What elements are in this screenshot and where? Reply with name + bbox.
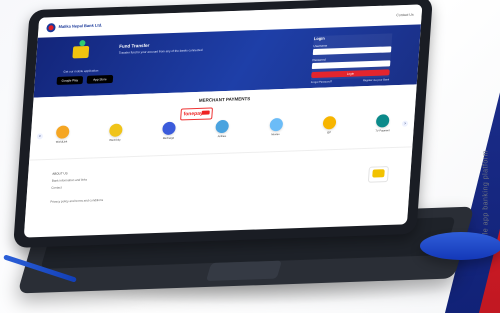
- tablet-screen: Malika Nepal Bank Ltd. Contact Us Fund T…: [23, 4, 423, 238]
- footer-line-1: ABOUT US: [52, 171, 68, 176]
- topbar-contact-link[interactable]: Contact Us: [396, 13, 414, 18]
- merchant-item[interactable]: ISP: [316, 116, 343, 135]
- security-badge-icon: [367, 166, 390, 183]
- fonepay-logo: fonepay: [180, 107, 214, 121]
- merchant-item[interactable]: WorldLink: [48, 125, 75, 144]
- login-title: Login: [313, 35, 326, 42]
- merchant-item[interactable]: Electricity: [102, 123, 129, 142]
- tablet-device: Malika Nepal Bank Ltd. Contact Us Fund T…: [13, 0, 433, 248]
- merchant-label: ISP: [326, 131, 332, 135]
- merchant-icon: [55, 125, 70, 139]
- merchant-item[interactable]: TV Payment: [369, 114, 396, 133]
- login-card: Login Username Password Login Forgot Pas…: [311, 33, 393, 84]
- username-label: Username: [313, 43, 328, 49]
- google-play-button[interactable]: Google Play: [56, 76, 84, 85]
- footer-line-2: Bank information and links: [51, 177, 88, 183]
- login-links: Forgot Password? Register via your Bank: [311, 78, 389, 84]
- merchant-label: Recharge: [162, 136, 175, 141]
- merchant-icon: [108, 123, 123, 137]
- website-footer: ABOUT US Bank information and links Cont…: [24, 146, 413, 231]
- merchant-label: WorldLink: [55, 140, 68, 144]
- password-label: Password: [312, 57, 326, 63]
- merchant-label: TV Payment: [375, 129, 390, 133]
- fund-transfer-illustration-icon: [72, 45, 90, 59]
- bank-logo-icon: [46, 22, 56, 32]
- hero-title: Fund Transfer: [119, 42, 150, 49]
- login-button[interactable]: Login: [311, 69, 390, 79]
- merchant-icon: [162, 121, 177, 136]
- merchant-icon: [376, 114, 391, 128]
- bank-logo[interactable]: Malika Nepal Bank Ltd.: [46, 21, 102, 32]
- footer-line-3: Contact: [51, 185, 62, 190]
- merchant-icons-row: WorldLink Electricity Recharge Airlines …: [48, 114, 396, 144]
- footer-line-4: Privacy policy and terms and conditions: [50, 197, 104, 204]
- app-store-button[interactable]: App Store: [86, 74, 114, 84]
- merchant-label: Airlines: [217, 134, 227, 139]
- register-link[interactable]: Register via your Bank: [363, 78, 389, 82]
- fonepay-logo-text: fonepay: [183, 110, 203, 118]
- merchant-item[interactable]: Airlines: [209, 119, 236, 139]
- merchant-item[interactable]: Recharge: [155, 121, 182, 140]
- carousel-prev-icon[interactable]: ‹: [36, 133, 44, 140]
- merchant-icon: [269, 117, 284, 132]
- merchant-icon: [215, 119, 230, 134]
- merchant-label: Movies: [271, 132, 280, 137]
- merchant-icon: [322, 116, 337, 130]
- carousel-next-icon[interactable]: ›: [401, 120, 409, 127]
- hero-subtitle: Transfer fund to your account from any o…: [118, 47, 203, 55]
- bank-logo-text: Malika Nepal Bank Ltd.: [58, 22, 103, 30]
- merchant-label: Electricity: [109, 138, 121, 142]
- fonepay-badge-icon: [201, 110, 210, 115]
- forgot-password-link[interactable]: Forgot Password?: [311, 80, 332, 84]
- app-download-text: Get our mobile application: [63, 68, 99, 74]
- merchant-item[interactable]: Movies: [262, 117, 289, 137]
- mouse-device: [420, 232, 500, 260]
- trackpad: [205, 260, 282, 282]
